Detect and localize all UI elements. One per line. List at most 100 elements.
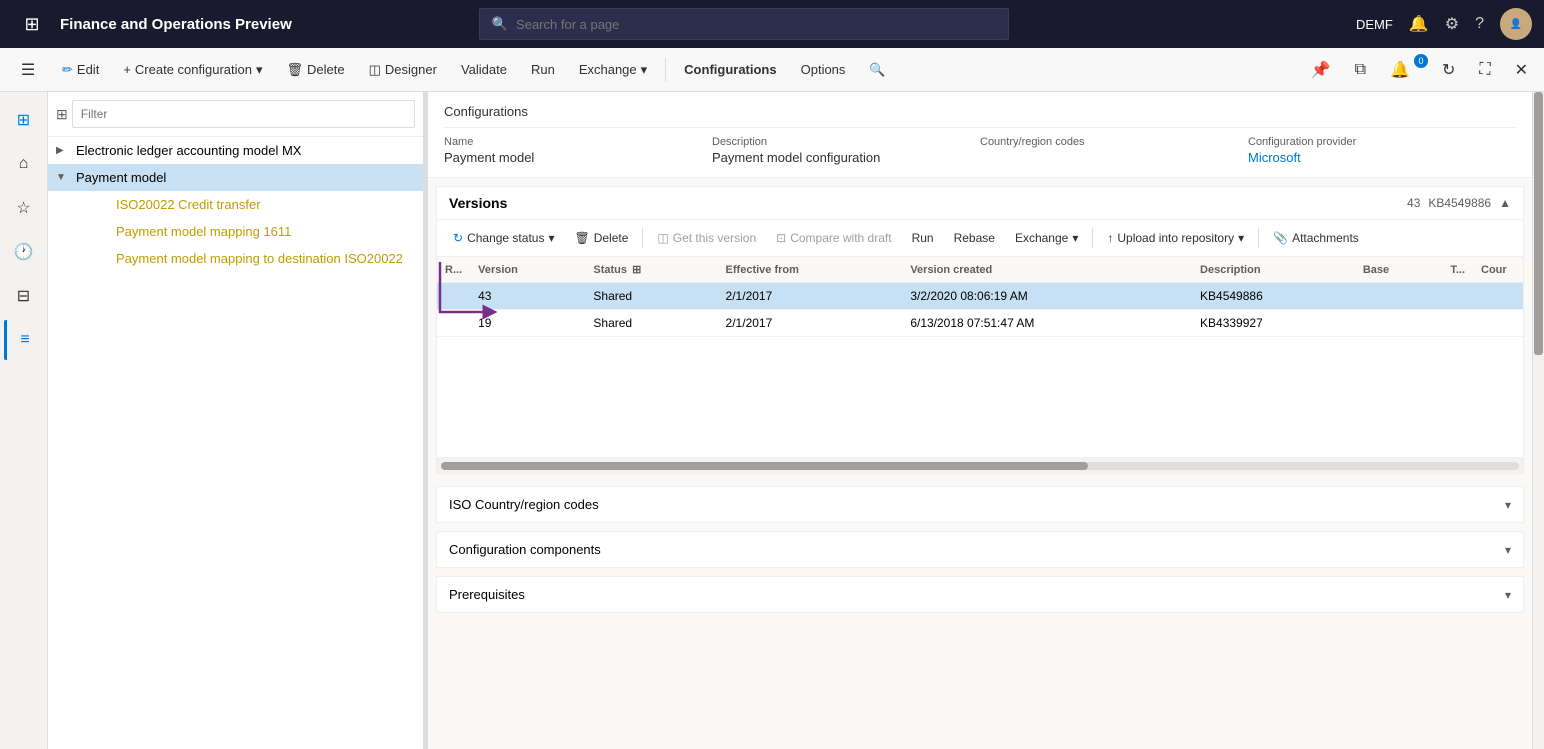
scroll-thumb[interactable] — [441, 462, 1088, 470]
versions-table-wrapper: R... Version Status ⊞ Effective from Ver… — [437, 257, 1523, 337]
tree-panel: ⊞ ▶ Electronic ledger accounting model M… — [48, 92, 424, 749]
expand-right-icon: ▶ — [56, 145, 72, 156]
col-header-r: R... — [437, 257, 470, 283]
versions-kb: KB4549886 — [1428, 196, 1491, 210]
toolbar-separator — [665, 58, 666, 82]
sidebar-filter-icon[interactable]: ⊞ — [4, 100, 44, 140]
attachments-button[interactable]: 📎 Attachments — [1265, 224, 1367, 252]
dropdown-chevron-icon: ▾ — [256, 62, 263, 78]
tree-filter-input[interactable] — [72, 100, 415, 128]
configurations-tab[interactable]: Configurations — [674, 54, 786, 86]
close-icon[interactable]: ✕ — [1507, 56, 1536, 84]
cell-t-1 — [1442, 283, 1473, 310]
tree-item-electronic-ledger[interactable]: ▶ Electronic ledger accounting model MX — [48, 137, 423, 164]
refresh-icon[interactable]: ↻ — [1434, 56, 1463, 84]
settings-gear-icon[interactable]: ⚙ — [1445, 14, 1459, 34]
top-navigation: ⊞ Finance and Operations Preview 🔍 DEMF … — [0, 0, 1544, 48]
cell-base-1 — [1355, 283, 1443, 310]
notification-bell-icon[interactable]: 🔔 — [1409, 14, 1429, 34]
col-header-t: T... — [1442, 257, 1473, 283]
sidebar-recent-icon[interactable]: 🕐 — [4, 232, 44, 272]
horizontal-scrollbar[interactable] — [437, 457, 1523, 473]
exchange-button[interactable]: Exchange ▾ — [569, 54, 657, 86]
designer-button[interactable]: ◫ Designer — [359, 54, 447, 86]
change-status-button[interactable]: ↻ Change status ▾ — [445, 224, 562, 252]
tree-item-payment-model[interactable]: ▼ Payment model — [48, 164, 423, 191]
get-this-version-button[interactable]: ◫ Get this version — [649, 224, 764, 252]
cell-status-2: Shared — [585, 310, 717, 337]
filter-funnel-icon: ⊞ — [56, 106, 68, 123]
sidebar-grid-icon[interactable]: ⊟ — [4, 276, 44, 316]
app-grid-icon[interactable]: ⊞ — [12, 4, 52, 44]
create-configuration-button[interactable]: + Create configuration ▾ — [113, 54, 272, 86]
pin-icon[interactable]: 📌 — [1303, 56, 1339, 84]
avatar[interactable]: 👤 — [1500, 8, 1532, 40]
edit-button[interactable]: ✏ Edit — [52, 54, 109, 86]
delete-button[interactable]: 🗑 Delete — [277, 54, 355, 86]
help-question-icon[interactable]: ? — [1475, 15, 1484, 33]
sidebar-home-icon[interactable]: ⌂ — [4, 144, 44, 184]
versions-run-button[interactable]: Run — [904, 224, 942, 252]
config-components-header[interactable]: Configuration components ▾ — [437, 532, 1523, 567]
table-row[interactable]: 19 Shared 2/1/2017 6/13/2018 07:51:47 AM… — [437, 310, 1523, 337]
versions-trash-icon: 🗑 — [574, 231, 589, 245]
rebase-button[interactable]: Rebase — [946, 224, 1003, 252]
tree-content: ▶ Electronic ledger accounting model MX … — [48, 137, 423, 749]
get-version-icon: ◫ — [657, 231, 668, 245]
compare-with-draft-button[interactable]: ⊡ Compare with draft — [768, 224, 899, 252]
cell-r-1 — [437, 283, 470, 310]
main-toolbar: ☰ ✏ Edit + Create configuration ▾ 🗑 Dele… — [0, 48, 1544, 92]
options-tab[interactable]: Options — [791, 54, 856, 86]
toolbar-search-icon-button[interactable]: 🔍 — [859, 54, 895, 86]
cell-desc-1: KB4549886 — [1192, 283, 1355, 310]
col-header-version: Version — [470, 257, 585, 283]
versions-exchange-button[interactable]: Exchange ▾ — [1007, 224, 1086, 252]
table-row[interactable]: 43 Shared 2/1/2017 3/2/2020 08:06:19 AM … — [437, 283, 1523, 310]
cell-t-2 — [1442, 310, 1473, 337]
designer-icon: ◫ — [369, 62, 381, 78]
change-status-icon: ↻ — [453, 231, 463, 245]
cell-r-2 — [437, 310, 470, 337]
table-header-row: R... Version Status ⊞ Effective from Ver… — [437, 257, 1523, 283]
config-components-section: Configuration components ▾ — [436, 531, 1524, 568]
vertical-scrollbar[interactable] — [1532, 92, 1544, 749]
search-icon-toolbar: 🔍 — [869, 62, 885, 78]
versions-table: R... Version Status ⊞ Effective from Ver… — [437, 257, 1523, 337]
trash-icon: 🗑 — [287, 62, 304, 78]
tree-item-iso20022-credit[interactable]: ISO20022 Credit transfer — [48, 191, 423, 218]
run-button[interactable]: Run — [521, 54, 565, 86]
col-header-effective-from: Effective from — [718, 257, 903, 283]
sidebar-list-icon[interactable]: ≡ — [4, 320, 44, 360]
col-header-status: Status ⊞ — [585, 257, 717, 283]
iso-country-codes-section: ISO Country/region codes ▾ — [436, 486, 1524, 523]
vscroll-thumb[interactable] — [1534, 92, 1543, 355]
expand-icon[interactable]: ⧉ — [1347, 57, 1374, 83]
iso-country-chevron-icon: ▾ — [1505, 498, 1511, 512]
search-input[interactable] — [516, 17, 996, 32]
change-status-chevron-icon: ▾ — [548, 231, 554, 245]
maximize-icon[interactable]: ⛶ — [1471, 57, 1498, 83]
prerequisites-header[interactable]: Prerequisites ▾ — [437, 577, 1523, 612]
breadcrumb: Configurations — [444, 104, 1516, 119]
compare-icon: ⊡ — [776, 231, 786, 245]
attachment-icon: 📎 — [1273, 231, 1288, 245]
cell-desc-2: KB4339927 — [1192, 310, 1355, 337]
config-field-country-codes: Country/region codes — [980, 136, 1248, 165]
sidebar-star-icon[interactable]: ☆ — [4, 188, 44, 228]
upload-into-repository-button[interactable]: ↑ Upload into repository ▾ — [1099, 224, 1252, 252]
tree-item-payment-mapping-dest[interactable]: Payment model mapping to destination ISO… — [48, 245, 423, 272]
scroll-track[interactable] — [441, 462, 1519, 470]
filter-icon-status[interactable]: ⊞ — [632, 264, 641, 276]
validate-button[interactable]: Validate — [451, 54, 517, 86]
badge-icon[interactable]: 🔔0 — [1382, 56, 1426, 84]
config-fields: Name Payment model Description Payment m… — [444, 127, 1516, 165]
tree-item-payment-mapping-1611[interactable]: Payment model mapping 1611 — [48, 218, 423, 245]
vtb-sep2 — [1092, 228, 1093, 248]
versions-collapse-icon[interactable]: ▲ — [1499, 196, 1511, 210]
iso-country-codes-header[interactable]: ISO Country/region codes ▾ — [437, 487, 1523, 522]
cell-status-1: Shared — [585, 283, 717, 310]
global-search[interactable]: 🔍 — [479, 8, 1009, 40]
versions-delete-button[interactable]: 🗑 Delete — [566, 224, 636, 252]
hamburger-menu-icon[interactable]: ☰ — [8, 50, 48, 90]
cell-cour-1 — [1473, 283, 1523, 310]
